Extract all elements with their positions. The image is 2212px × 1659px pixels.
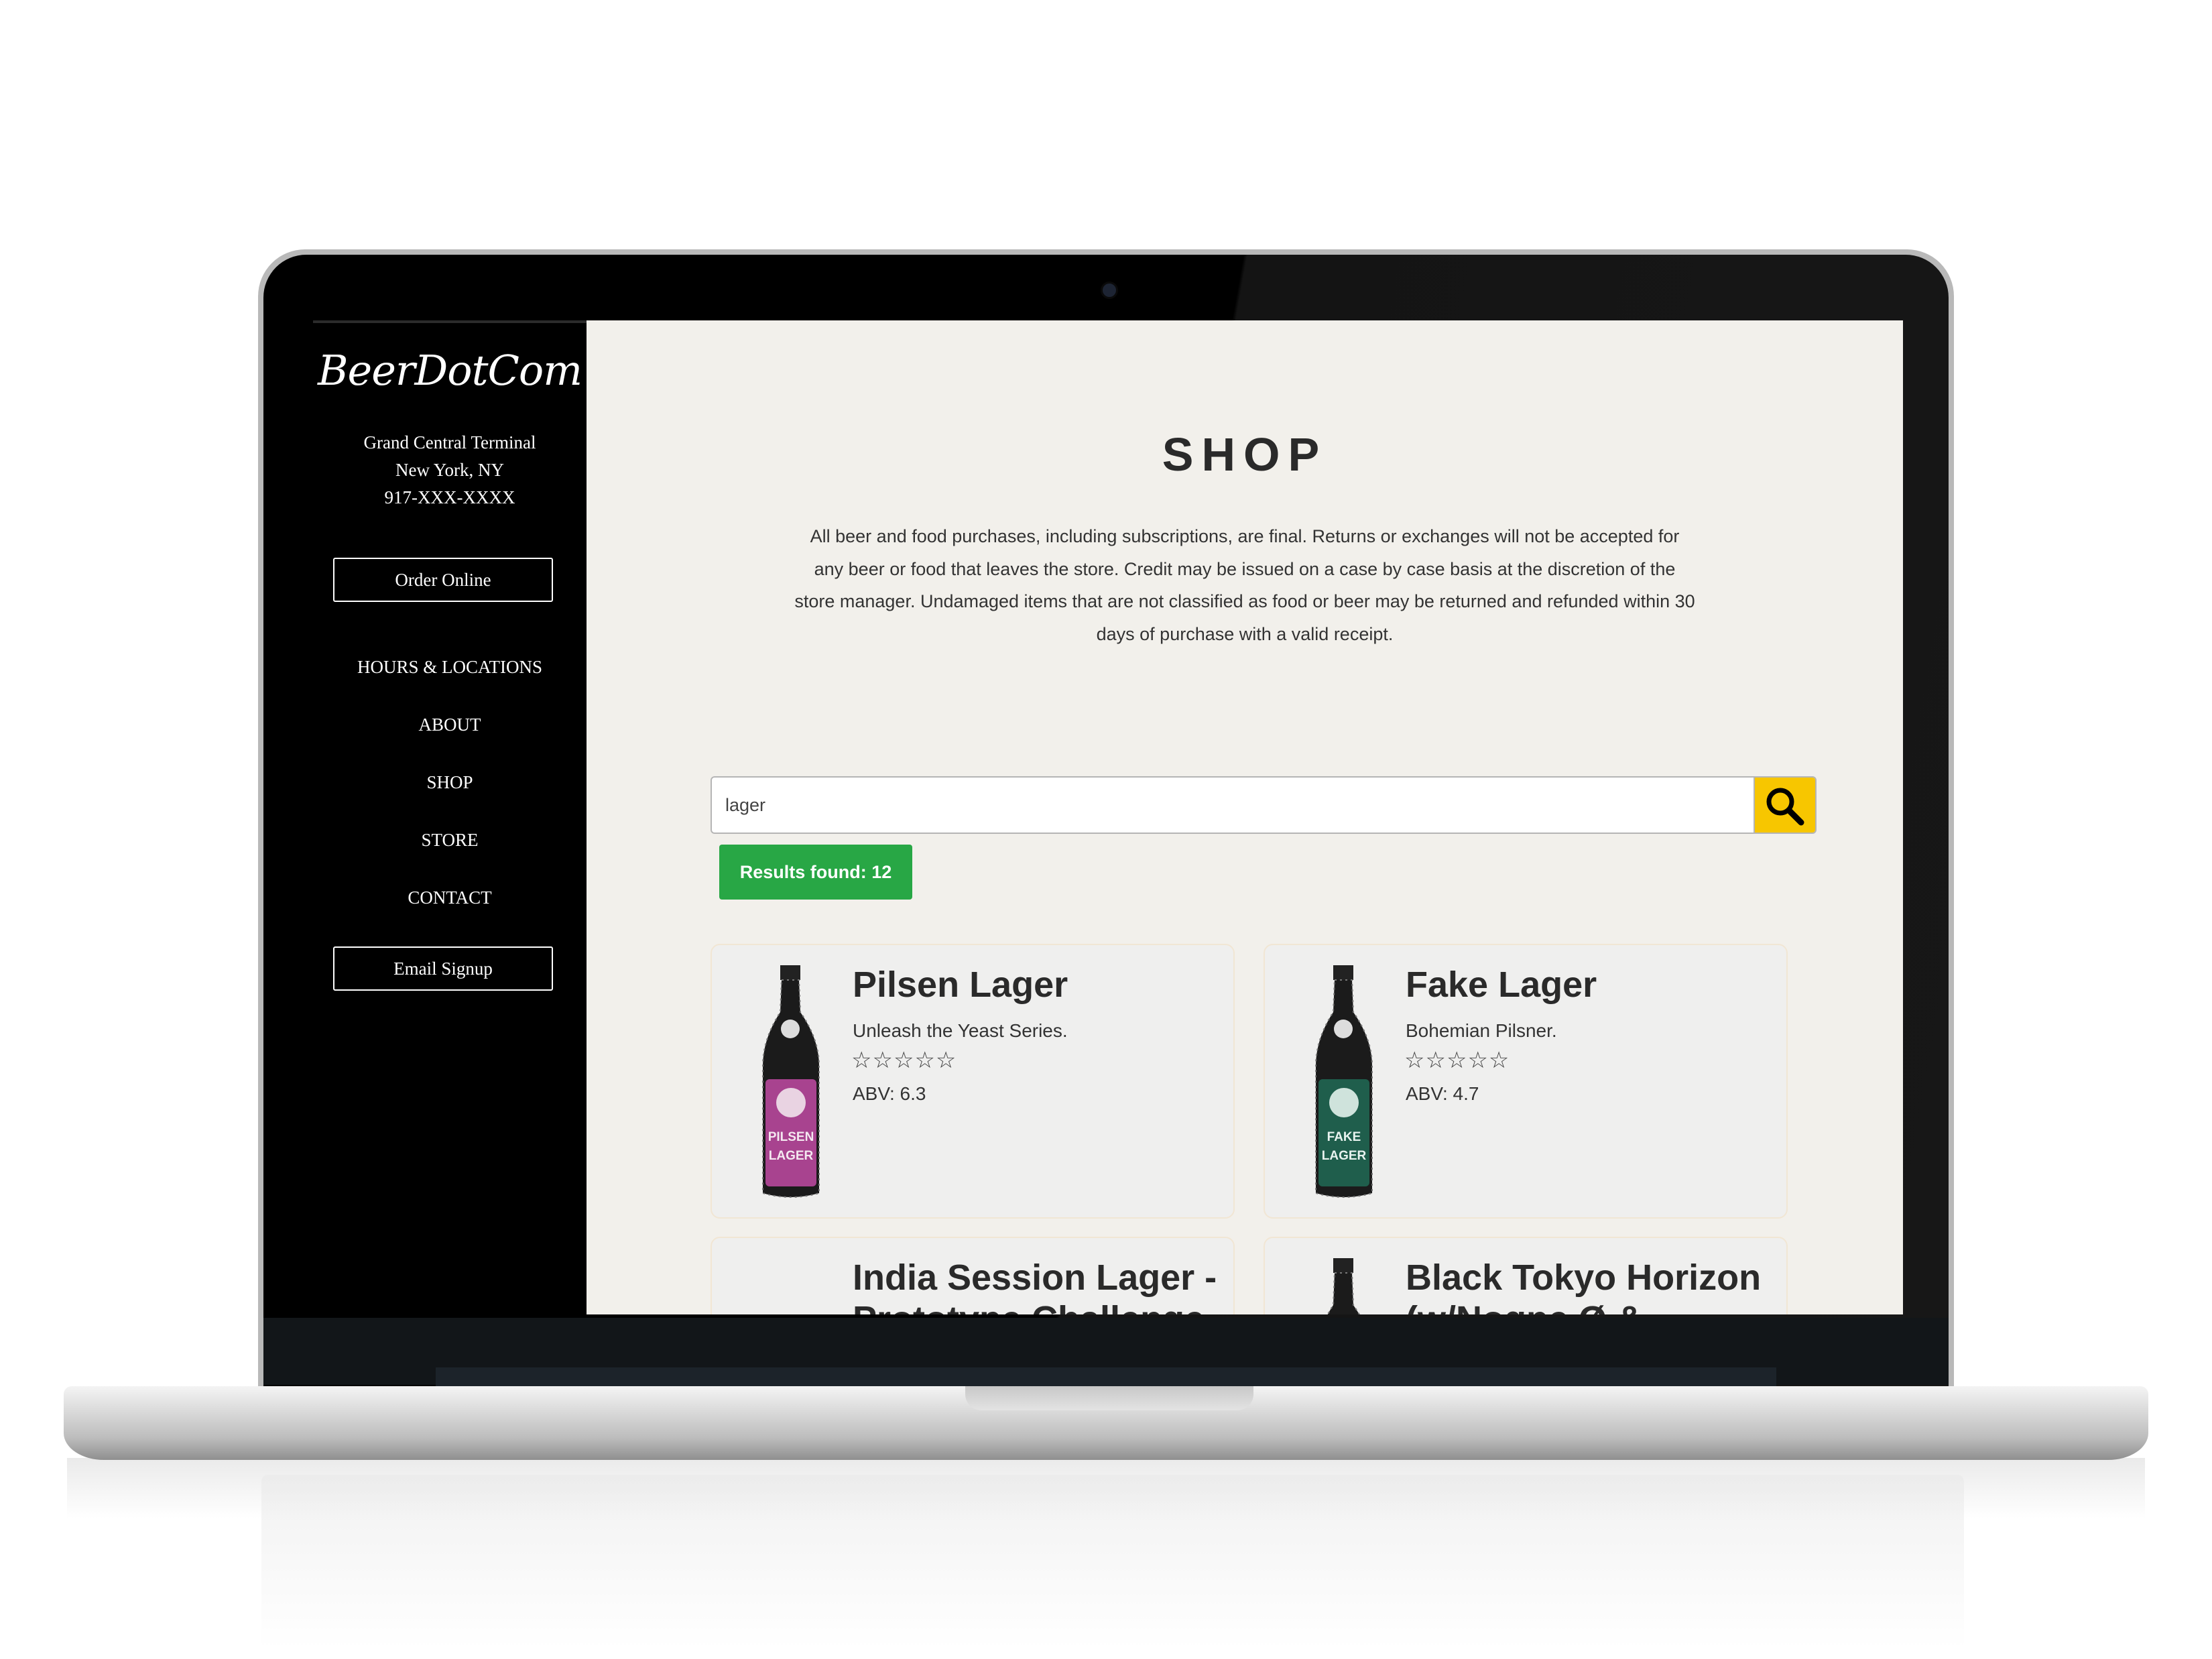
product-card[interactable]: Black Tokyo Horizon (w/Nogne Ø & [1264,1237,1788,1314]
product-description: Unleash the Yeast Series. [853,1020,1068,1041]
product-description: Bohemian Pilsner. [1406,1020,1557,1041]
svg-text:FAKE: FAKE [1327,1130,1361,1144]
nav-item-store[interactable]: STORE [313,811,587,869]
email-signup-button[interactable]: Email Signup [333,946,553,991]
store-address: Grand Central Terminal New York, NY 917-… [313,429,587,511]
product-name[interactable]: Fake Lager [1406,964,1781,1005]
laptop-hinge [436,1367,1776,1386]
nav-item-hours-locations[interactable]: HOURS & LOCATIONS [313,638,587,696]
order-online-button[interactable]: Order Online [333,558,553,602]
results-count-badge: Results found: 12 [719,845,912,900]
product-card[interactable]: India Session Lager - Prototype Challeng… [711,1237,1235,1314]
return-policy-text: All beer and food purchases, including s… [794,526,1695,644]
nav-item-shop[interactable]: SHOP [313,753,587,811]
main-content: SHOP All beer and food purchases, includ… [587,320,1903,1314]
search-bar [711,776,1817,834]
search-button[interactable] [1754,778,1815,833]
search-icon [1766,788,1804,826]
nav-item-about[interactable]: ABOUT [313,696,587,753]
site-logo[interactable]: BeerDotCom [313,346,587,395]
product-card[interactable]: PILSEN LAGER Pilsen Lager Unleash the Ye… [711,944,1235,1219]
beer-bottle-image [1327,1258,1361,1314]
webcam-icon [1101,282,1118,299]
page-title: SHOP [1162,428,1328,481]
product-abv: ABV: 4.7 [1406,1083,1479,1104]
svg-text:PILSEN: PILSEN [768,1130,814,1144]
laptop-screen: BeerDotCom Grand Central Terminal New Yo… [313,320,1903,1314]
beer-bottle-image: FAKE LAGER [1315,965,1373,1198]
laptop-base-shadow [67,1458,2145,1518]
sidebar: BeerDotCom Grand Central Terminal New Yo… [313,320,587,1314]
svg-text:LAGER: LAGER [769,1149,814,1163]
product-name[interactable]: Black Tokyo Horizon (w/Nogne Ø & [1406,1257,1781,1314]
product-abv: ABV: 6.3 [853,1083,926,1104]
sidebar-nav: HOURS & LOCATIONS ABOUT SHOP STORE CONTA… [313,638,587,926]
star-rating-icon: ☆☆☆☆☆ [851,1048,957,1073]
address-line-city: New York, NY [395,460,504,480]
product-card[interactable]: FAKE LAGER Fake Lager Bohemian Pilsner. … [1264,944,1788,1219]
nav-item-contact[interactable]: CONTACT [313,869,587,926]
search-input[interactable] [712,778,1751,833]
address-line-location: Grand Central Terminal [363,432,536,452]
star-rating-icon: ☆☆☆☆☆ [1404,1048,1510,1073]
beer-bottle-image: PILSEN LAGER [762,965,820,1198]
product-name[interactable]: Pilsen Lager [853,964,1228,1005]
laptop-notch [965,1386,1253,1410]
svg-text:LAGER: LAGER [1322,1149,1367,1163]
product-name[interactable]: India Session Lager - Prototype Challeng… [853,1257,1228,1314]
address-line-phone: 917-XXX-XXXX [384,487,515,507]
